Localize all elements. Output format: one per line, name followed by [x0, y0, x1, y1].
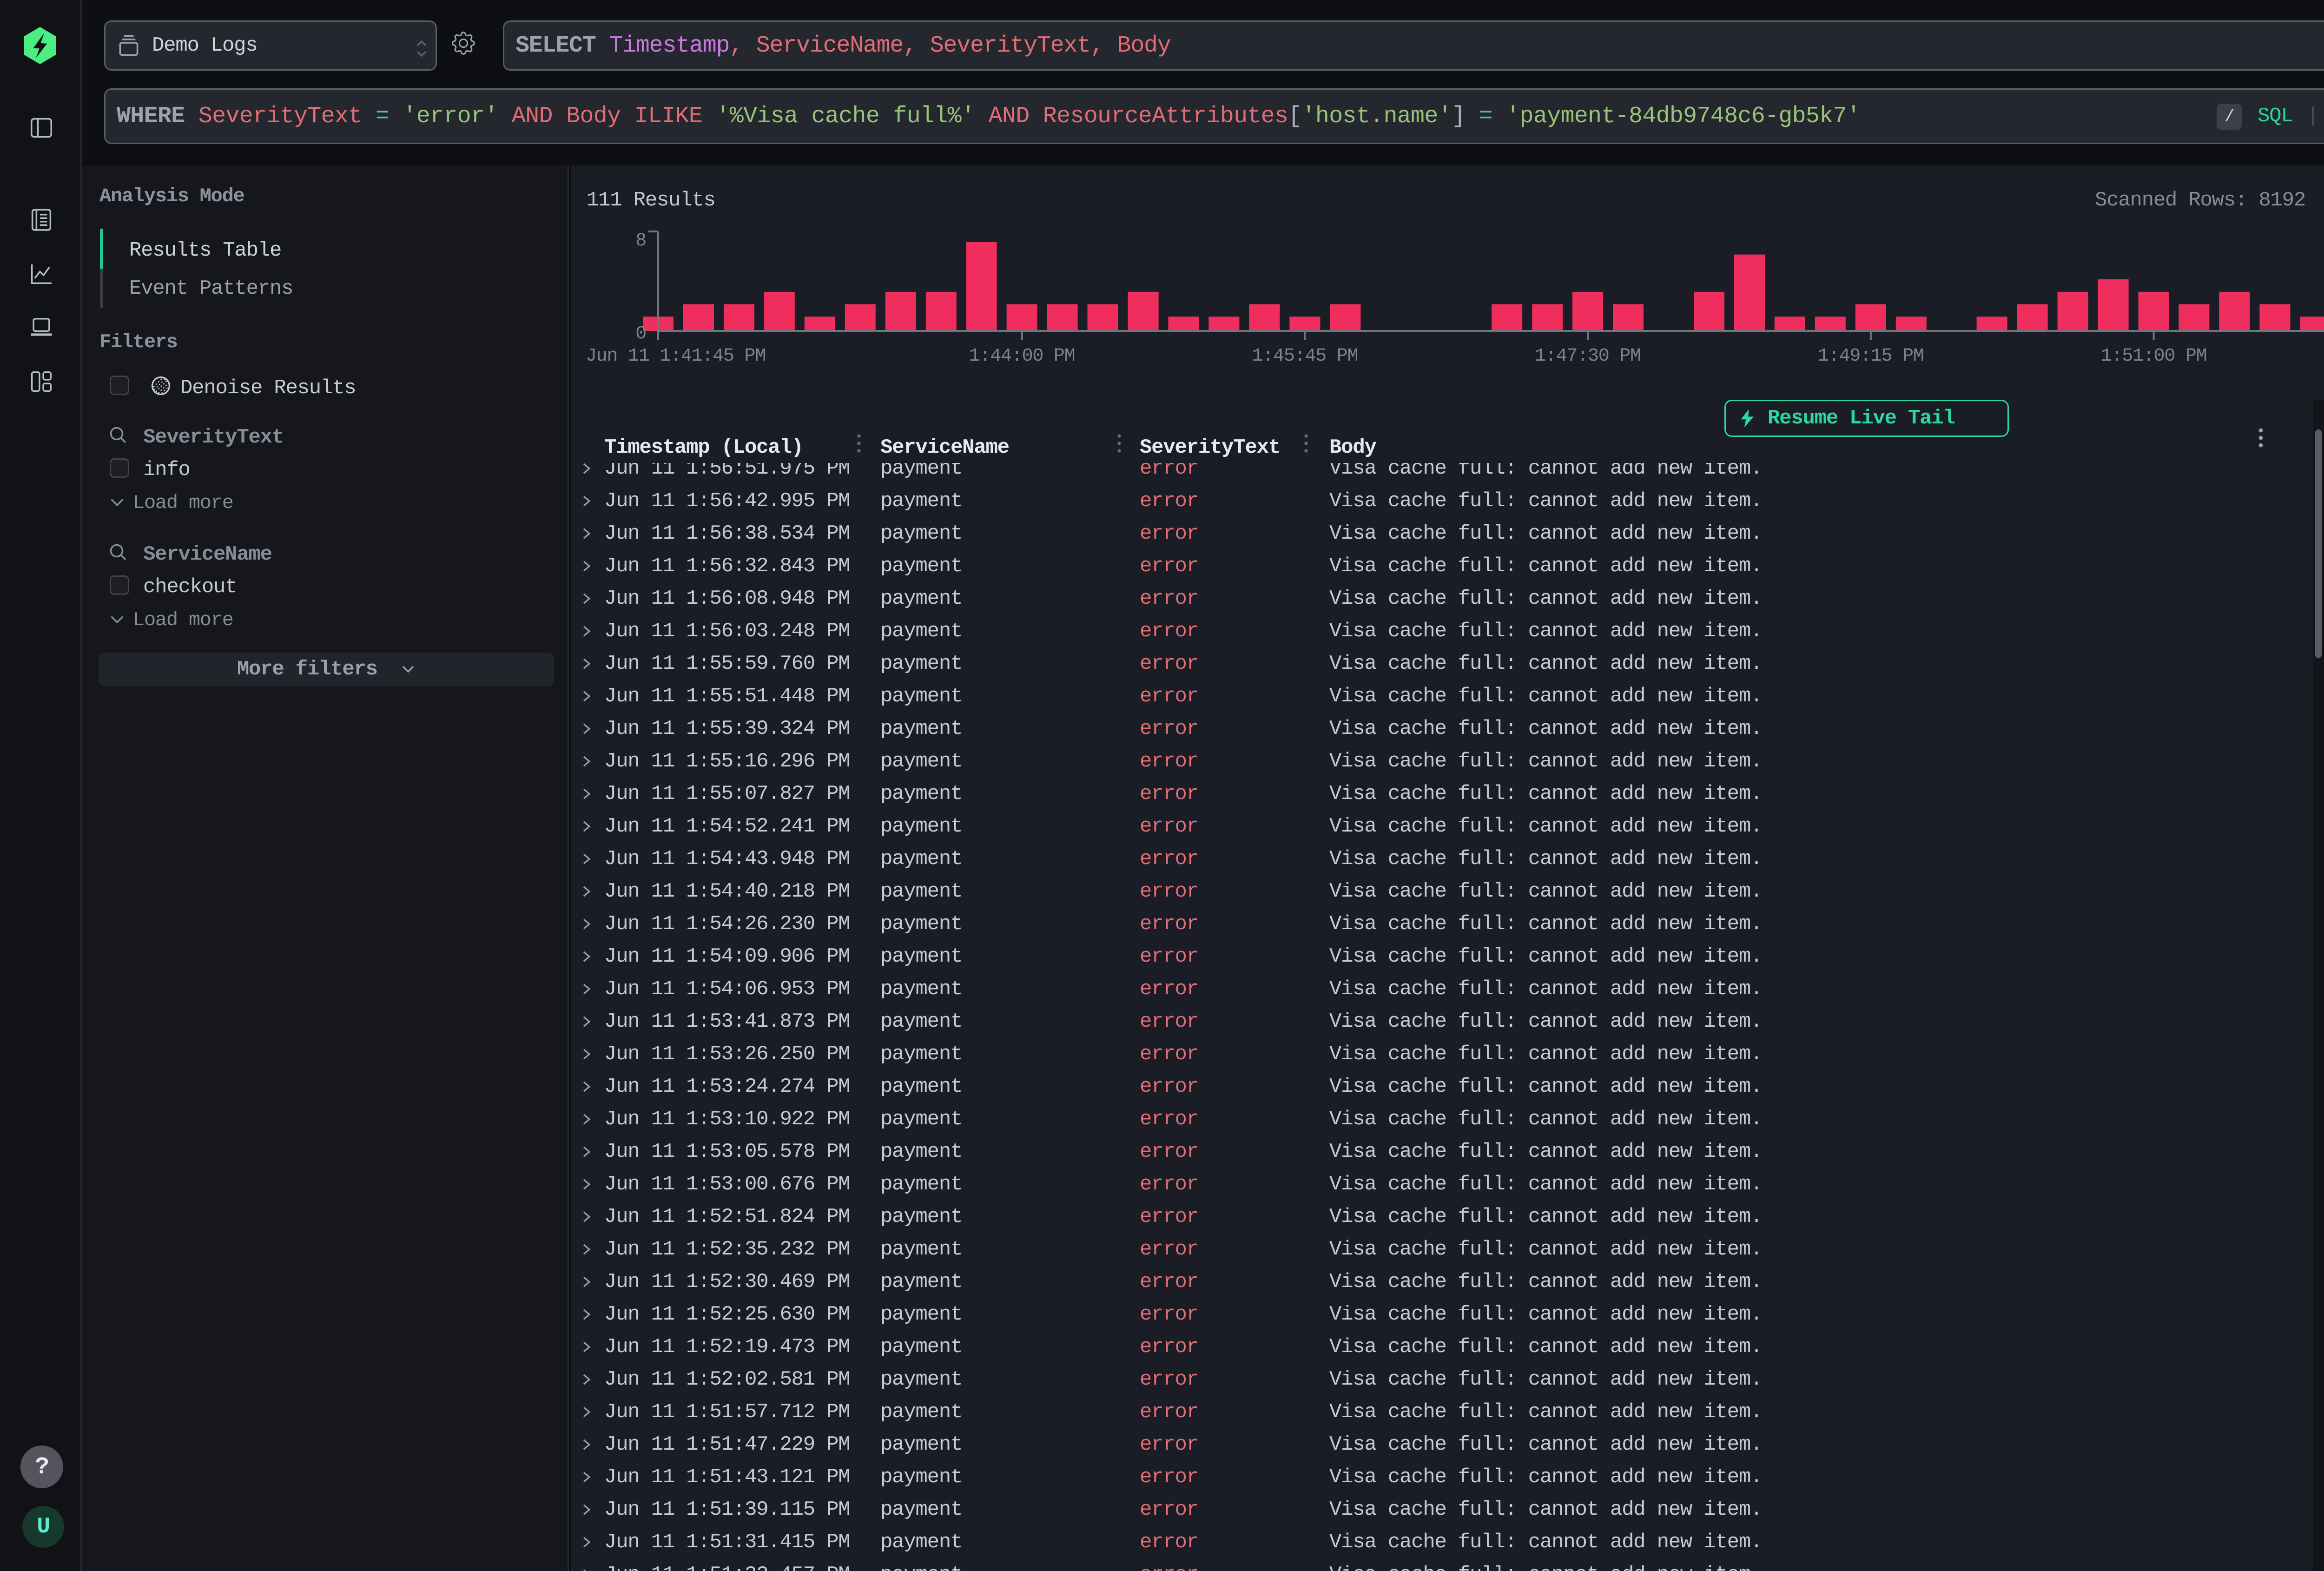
svg-text:1:47:30 PM: 1:47:30 PM: [1535, 346, 1641, 367]
svg-text:8: 8: [635, 231, 646, 251]
svg-text:1:51:00 PM: 1:51:00 PM: [2101, 346, 2207, 367]
svg-text:Jun 11 1:41:45 PM: Jun 11 1:41:45 PM: [586, 346, 766, 367]
svg-text:1:49:15 PM: 1:49:15 PM: [1818, 346, 1924, 367]
svg-text:1:44:00 PM: 1:44:00 PM: [969, 346, 1075, 367]
svg-text:1:45:45 PM: 1:45:45 PM: [1252, 346, 1358, 367]
svg-text:0: 0: [635, 323, 646, 344]
